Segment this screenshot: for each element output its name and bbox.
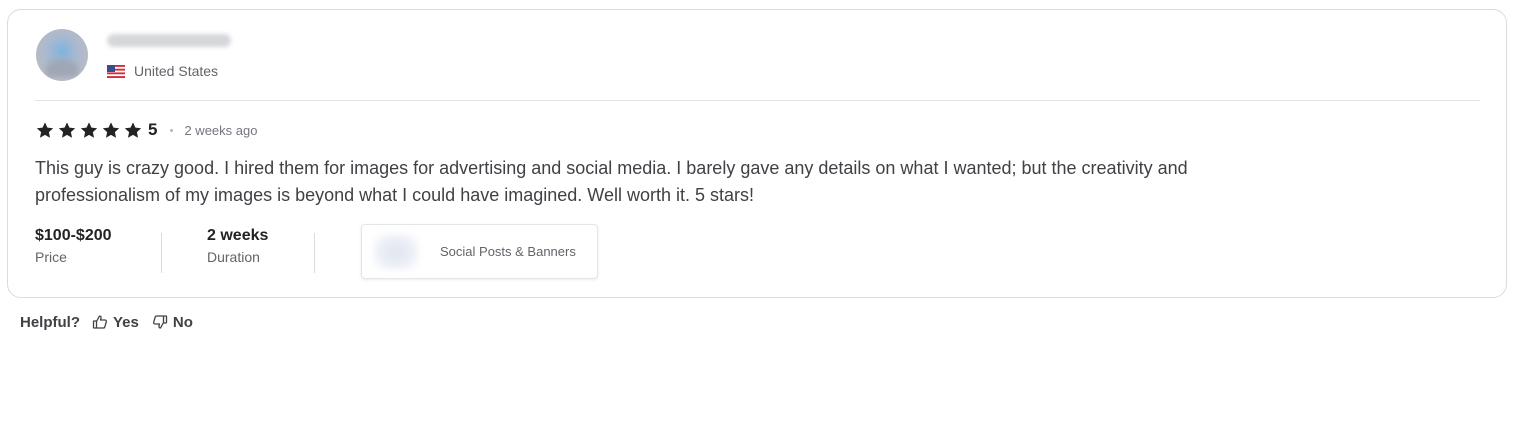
meta-divider: [161, 233, 162, 273]
helpful-label: Helpful?: [20, 313, 80, 331]
star-icon: [36, 121, 54, 138]
meta-divider: [314, 233, 315, 273]
gig-card[interactable]: Social Posts & Banners: [361, 224, 598, 279]
gig-thumbnail: [374, 233, 418, 270]
helpful-section: Helpful? Yes No: [20, 311, 193, 333]
duration-value: 2 weeks: [207, 227, 269, 244]
country-label: United States: [134, 63, 219, 79]
us-flag-icon: [107, 64, 125, 78]
star-rating: [35, 121, 143, 140]
thumbs-up-icon: [92, 315, 108, 329]
helpful-no-button[interactable]: No: [152, 314, 193, 331]
star-icon: [102, 121, 120, 138]
helpful-yes-button[interactable]: Yes: [92, 314, 139, 331]
gig-title: Social Posts & Banners: [440, 244, 576, 259]
price-value: $100-$200: [35, 227, 112, 244]
header-divider: [35, 100, 1480, 101]
helpful-no-label: No: [172, 313, 193, 331]
review-meta: $100-$200 Price 2 weeks Duration: [35, 225, 315, 273]
helpful-yes-label: Yes: [113, 313, 139, 331]
price-label: Price: [35, 249, 67, 265]
star-icon: [80, 121, 98, 138]
rating-row: 5 2 weeks ago: [35, 119, 257, 141]
reviewer-avatar[interactable]: [36, 29, 88, 81]
review-text: This guy is crazy good. I hired them for…: [35, 158, 1188, 205]
review-time: 2 weeks ago: [184, 122, 258, 138]
separator-dot: [170, 128, 174, 132]
duration-label: Duration: [207, 249, 260, 265]
price-block: $100-$200 Price: [35, 225, 161, 267]
star-icon: [58, 121, 76, 138]
thumbs-down-icon: [152, 315, 168, 329]
star-icon: [124, 121, 142, 138]
duration-block: 2 weeks Duration: [207, 225, 314, 267]
rating-score: 5: [148, 120, 158, 139]
review-card: United States 5 2 weeks ago This guy is …: [7, 9, 1507, 298]
reviewer-username-blurred[interactable]: [107, 34, 231, 47]
reviewer-country: United States: [107, 63, 218, 79]
